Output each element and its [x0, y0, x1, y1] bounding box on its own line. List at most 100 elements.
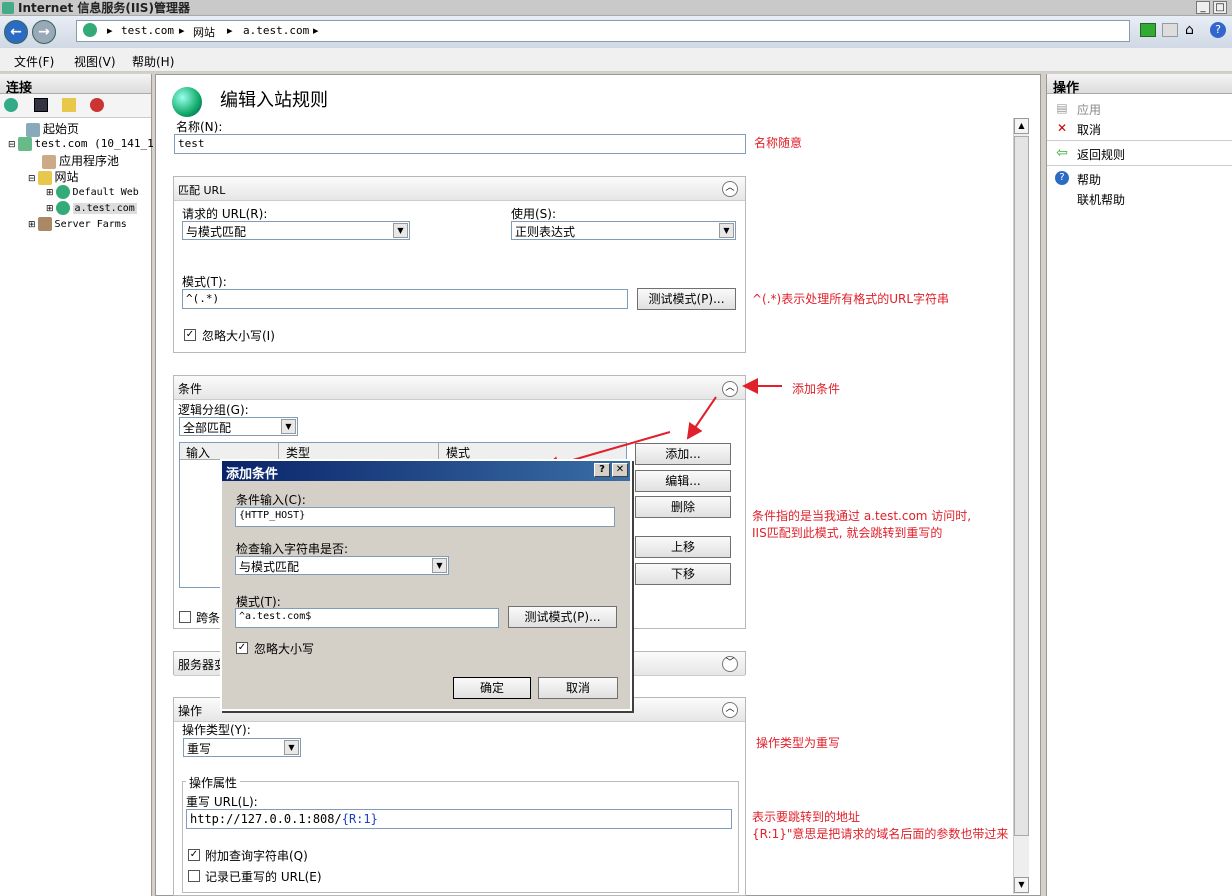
annotation-name: 名称随意 [754, 136, 803, 150]
dialog-ignore-case-label: 忽略大小写 [254, 642, 315, 656]
server-icon [17, 136, 32, 151]
home-icon[interactable]: ⌂ [1185, 22, 1201, 38]
add-condition-dialog: 添加条件 ? ✕ 条件输入(C): {HTTP_HOST} 检查输入字符串是否:… [220, 459, 632, 711]
add-condition-button[interactable]: 添加... [635, 443, 731, 465]
cancel-icon: ✕ [1056, 121, 1068, 135]
track-groups-label: 跨条 [196, 611, 221, 625]
tree-item-app-pools[interactable]: 应用程序池 [42, 152, 119, 169]
menu-file[interactable]: 文件(F) [14, 53, 54, 70]
dialog-help-button[interactable]: ? [594, 463, 610, 477]
annotation-condition-1: 条件指的是当我通过 a.test.com 访问时, [752, 509, 972, 523]
stop-icon[interactable] [1162, 23, 1178, 37]
crumb-separator-icon: ▸ [227, 24, 233, 37]
ok-button[interactable]: 确定 [453, 677, 531, 699]
forward-button[interactable]: → [32, 20, 56, 44]
crumb-sites[interactable]: 网站 [193, 24, 215, 40]
dialog-ignore-case-checkbox[interactable]: ✓ [236, 642, 248, 654]
expand-chevron-icon[interactable]: ﹀ [722, 656, 738, 672]
move-down-button[interactable]: 下移 [635, 563, 731, 585]
address-breadcrumb[interactable]: ▸ test.com ▸ 网站 ▸ a.test.com ▸ [76, 20, 1130, 42]
folder-up-icon[interactable] [62, 98, 76, 112]
track-groups-checkbox[interactable] [179, 611, 191, 623]
annotation-condition-2: IIS匹配到此模式, 就会跳转到重写的 [752, 526, 943, 540]
scroll-thumb[interactable] [1014, 136, 1029, 836]
tree-item-default-web[interactable]: ⊞ Default Web [46, 184, 139, 199]
requested-url-select[interactable]: 与模式匹配 ▼ [182, 221, 410, 240]
collapse-chevron-icon[interactable]: ︿ [722, 702, 738, 718]
action-apply[interactable]: 应用 [1077, 101, 1101, 118]
log-rewritten-label: 记录已重写的 URL(E) [205, 870, 322, 884]
move-up-button[interactable]: 上移 [635, 536, 731, 558]
column-input[interactable]: 输入 [186, 444, 210, 461]
save-icon[interactable] [34, 98, 48, 112]
dropdown-arrow-icon: ▼ [432, 558, 447, 573]
tree-item-start[interactable]: 起始页 [26, 120, 79, 137]
action-type-select[interactable]: 重写 ▼ [183, 738, 301, 757]
condition-input-field[interactable]: {HTTP_HOST} [235, 507, 615, 527]
crumb-server[interactable]: test.com [121, 24, 174, 37]
using-select[interactable]: 正则表达式 ▼ [511, 221, 736, 240]
crumb-separator-icon: ▸ [179, 24, 185, 37]
append-query-checkbox[interactable]: ✓ [188, 849, 200, 861]
annotation-rewrite-1: 表示要跳转到的地址 [752, 810, 861, 824]
crumb-site[interactable]: a.test.com [243, 24, 309, 37]
connections-toolbar [0, 94, 151, 118]
match-url-group: 匹配 URL ︿ 请求的 URL(R): 与模式匹配 ▼ 使用(S): 正则表达式… [173, 176, 746, 353]
name-label: 名称(N): [176, 120, 223, 134]
dialog-pattern-field[interactable]: ^a.test.com$ [235, 608, 499, 628]
refresh-icon[interactable] [1140, 23, 1156, 37]
globe-icon [55, 184, 70, 199]
condition-input-label: 条件输入(C): [236, 493, 306, 507]
back-button[interactable]: ← [4, 20, 28, 44]
action-back-to-rules[interactable]: 返回规则 [1077, 146, 1125, 163]
vertical-scrollbar[interactable]: ▲ ▼ [1013, 118, 1029, 894]
apply-icon: ▤ [1056, 101, 1068, 115]
logical-grouping-select[interactable]: 全部匹配 ▼ [179, 417, 298, 436]
server-farm-icon [37, 216, 52, 231]
page-icon [26, 122, 40, 137]
menu-view[interactable]: 视图(V) [74, 53, 116, 70]
dialog-cancel-button[interactable]: 取消 [538, 677, 618, 699]
title-bar: Internet 信息服务(IIS)管理器 _ □ [0, 0, 1232, 16]
collapse-chevron-icon[interactable]: ︿ [722, 381, 738, 397]
edit-condition-button[interactable]: 编辑... [635, 470, 731, 492]
menu-help[interactable]: 帮助(H) [132, 53, 174, 70]
action-properties-title: 操作属性 [186, 774, 241, 791]
dropdown-arrow-icon: ▼ [284, 740, 299, 755]
match-url-title: 匹配 URL [178, 184, 226, 197]
scroll-up-icon[interactable]: ▲ [1014, 118, 1029, 134]
collapse-chevron-icon[interactable]: ︿ [722, 181, 738, 197]
test-pattern-button[interactable]: 测试模式(P)... [637, 288, 736, 310]
name-field[interactable]: test [174, 134, 746, 154]
help-icon[interactable]: ? [1210, 22, 1226, 38]
dropdown-arrow-icon: ▼ [719, 223, 734, 238]
tree-item-a-test[interactable]: ⊞ a.test.com [46, 200, 137, 215]
annotation-action: 操作类型为重写 [756, 736, 841, 750]
app-pool-icon [42, 154, 56, 169]
log-rewritten-checkbox[interactable] [188, 870, 200, 882]
globe-icon [83, 23, 97, 37]
connect-icon[interactable] [4, 98, 18, 112]
logical-grouping-label: 逻辑分组(G): [178, 403, 249, 417]
check-input-select[interactable]: 与模式匹配 ▼ [235, 556, 449, 575]
tree-item-sites[interactable]: ⊟ 网站 [28, 168, 79, 185]
ignore-case-checkbox[interactable]: ✓ [184, 329, 196, 341]
pattern-label: 模式(T): [182, 275, 227, 289]
scroll-down-icon[interactable]: ▼ [1014, 877, 1029, 893]
action-online-help[interactable]: 联机帮助 [1077, 191, 1125, 208]
action-type-label: 操作类型(Y): [182, 723, 251, 737]
delete-condition-button[interactable]: 删除 [635, 496, 731, 518]
using-label: 使用(S): [511, 207, 557, 221]
tree-item-server-farms[interactable]: ⊞ Server Farms [28, 216, 127, 231]
dropdown-arrow-icon: ▼ [281, 419, 296, 434]
disconnect-icon[interactable] [90, 98, 104, 112]
minimize-button[interactable]: _ [1196, 1, 1210, 14]
pattern-field[interactable]: ^(.*) [182, 289, 628, 309]
dialog-close-button[interactable]: ✕ [612, 463, 628, 477]
rewrite-url-field[interactable]: http://127.0.0.1:808/{R:1} [186, 809, 732, 829]
maximize-button[interactable]: □ [1213, 1, 1227, 14]
dialog-test-pattern-button[interactable]: 测试模式(P)... [508, 606, 617, 628]
action-cancel[interactable]: 取消 [1077, 121, 1101, 138]
tree-item-server[interactable]: ⊟ test.com (10_141_1 [8, 136, 154, 151]
action-help[interactable]: 帮助 [1077, 171, 1101, 188]
